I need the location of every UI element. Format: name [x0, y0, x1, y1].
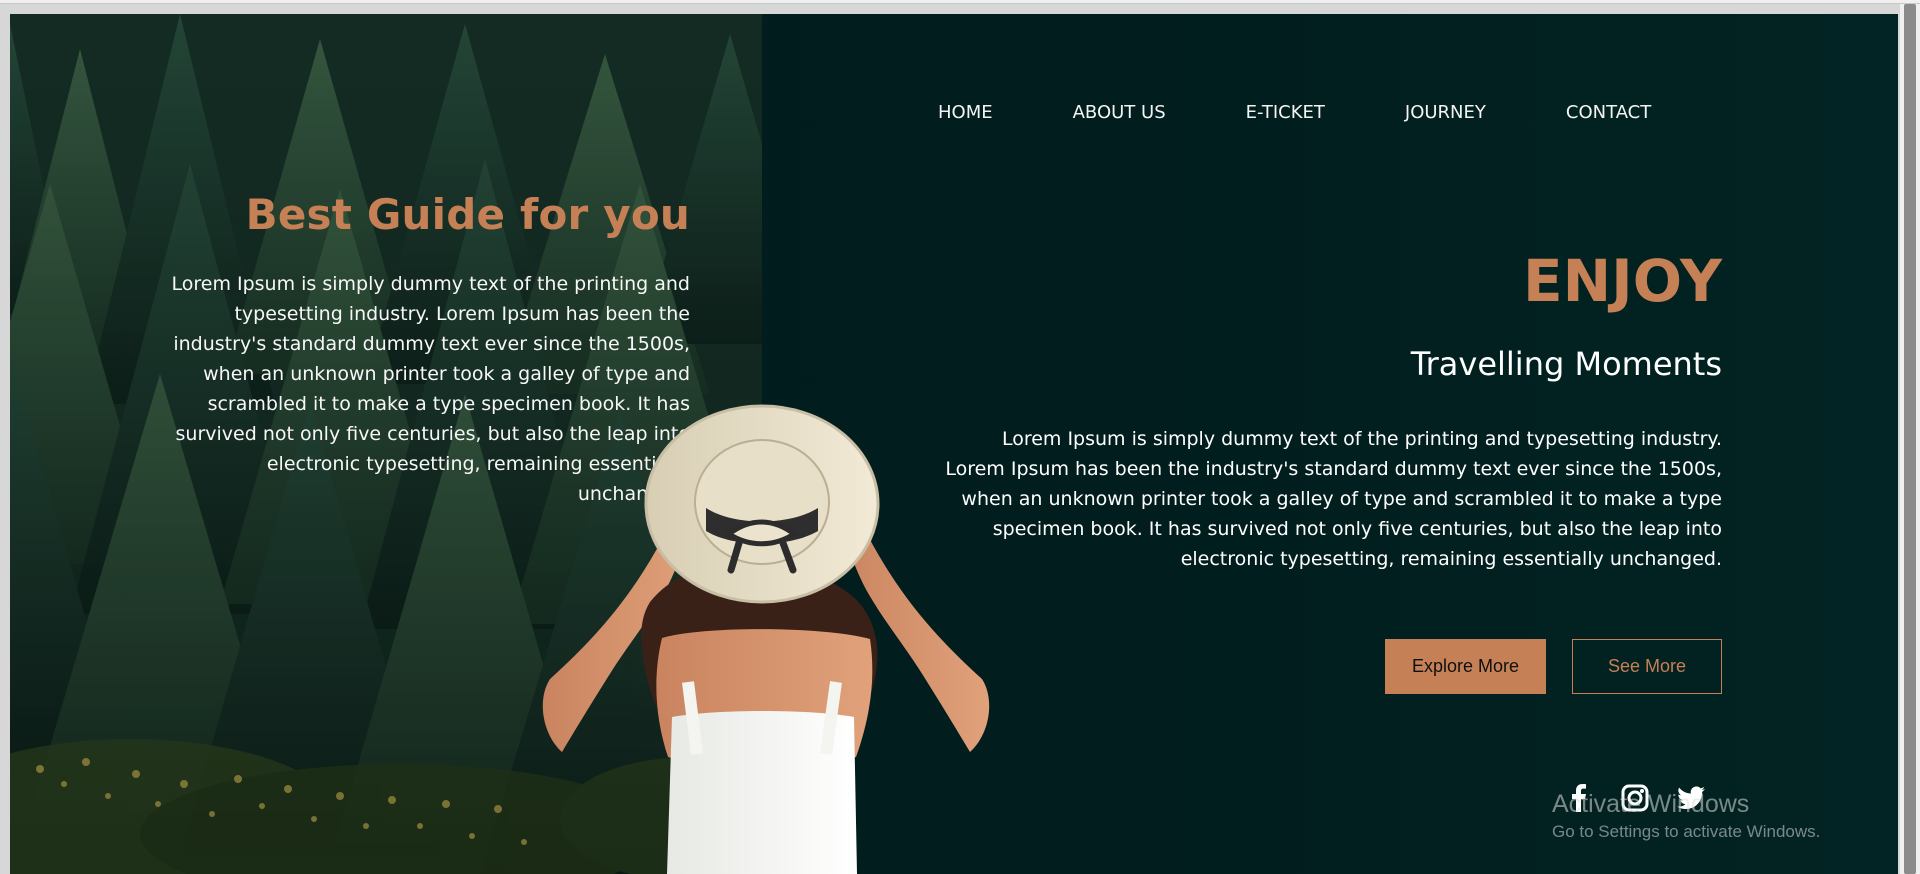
see-more-button[interactable]: See More — [1572, 638, 1722, 694]
nav-contact[interactable]: CONTACT — [1566, 102, 1651, 123]
hero-content: ENJOY Travelling Moments Lorem Ipsum is … — [938, 252, 1722, 694]
browser-top-strip — [0, 0, 1920, 4]
social-links — [1565, 784, 1705, 812]
activate-windows-subtitle: Go to Settings to activate Windows. — [1552, 822, 1821, 841]
hero-subtitle: Travelling Moments — [1410, 345, 1722, 383]
twitter-icon[interactable] — [1677, 784, 1705, 812]
facebook-icon[interactable] — [1565, 784, 1593, 812]
hero-headline: ENJOY — [1523, 247, 1722, 315]
hero-buttons: Explore More See More — [938, 638, 1722, 694]
best-guide-title: Best Guide for you — [245, 190, 690, 239]
vertical-scrollbar[interactable] — [1900, 4, 1920, 874]
main-navigation: HOME ABOUT US E-TICKET JOURNEY CONTACT — [938, 94, 1651, 130]
scrollbar-thumb[interactable] — [1904, 4, 1916, 874]
instagram-icon[interactable] — [1621, 784, 1649, 812]
woman-with-hat-image — [542, 404, 990, 874]
nav-about-us[interactable]: ABOUT US — [1073, 102, 1166, 123]
website-viewport: Best Guide for you Lorem Ipsum is simply… — [10, 14, 1898, 874]
explore-more-button[interactable]: Explore More — [1385, 638, 1546, 694]
nav-journey[interactable]: JOURNEY — [1405, 102, 1486, 123]
nav-e-ticket[interactable]: E-TICKET — [1246, 102, 1325, 123]
hero-description: Lorem Ipsum is simply dummy text of the … — [945, 427, 1722, 570]
nav-home[interactable]: HOME — [938, 102, 993, 123]
